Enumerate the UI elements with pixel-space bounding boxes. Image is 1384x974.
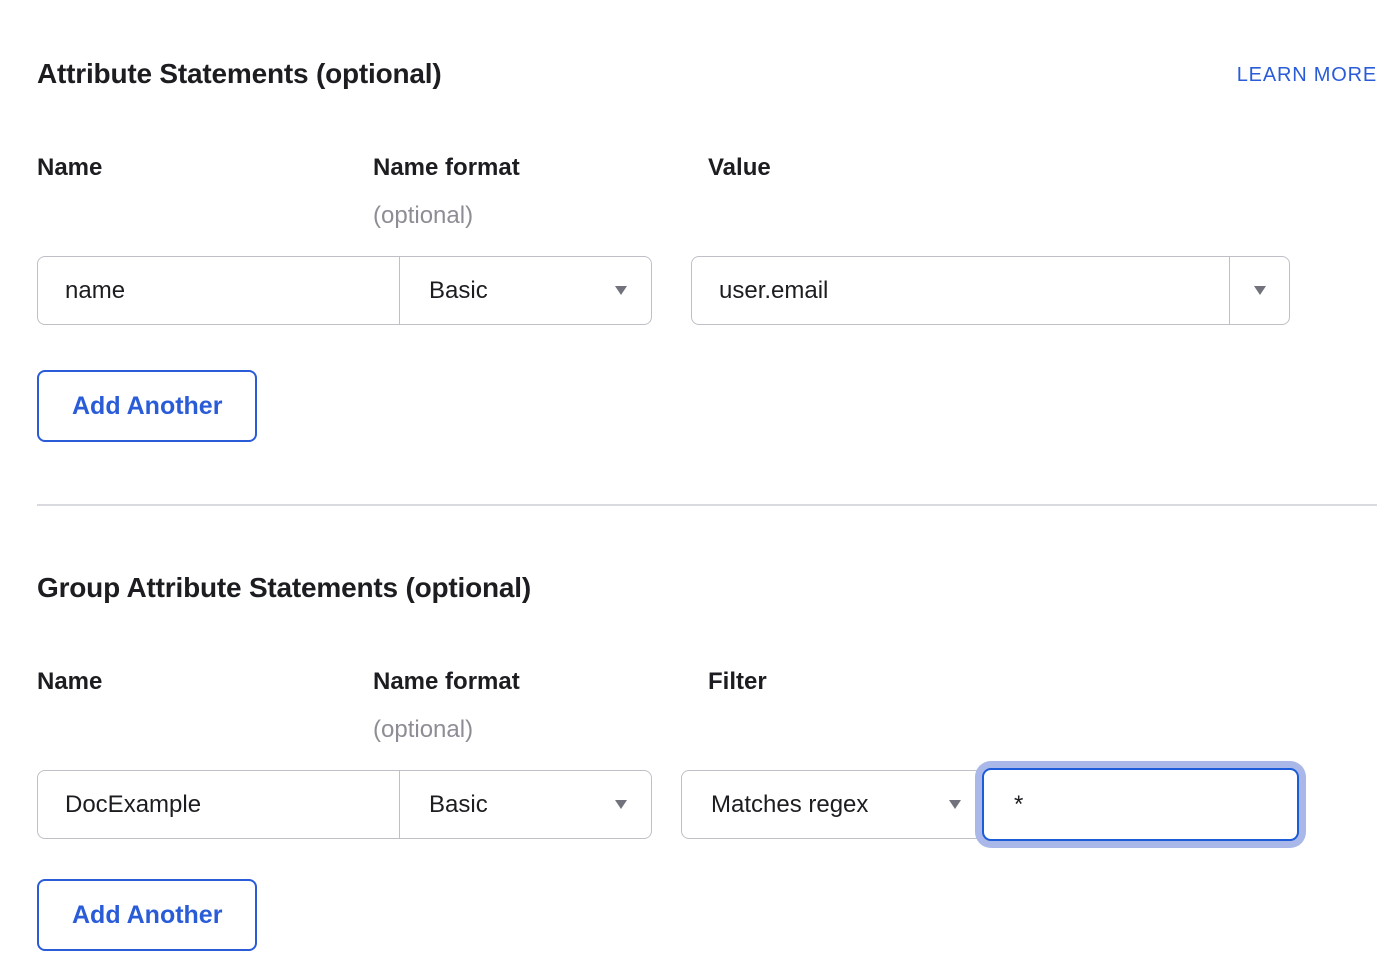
attribute-name-input[interactable] bbox=[38, 257, 400, 324]
group-column-subheaders: (optional) bbox=[37, 716, 1377, 744]
column-header-value: Value bbox=[708, 154, 1377, 182]
group-name-format-value: Basic bbox=[429, 791, 488, 819]
column-header-name: Name bbox=[37, 668, 373, 696]
column-header-name-format: Name format bbox=[373, 668, 708, 696]
group-filter-group: Matches regex bbox=[681, 770, 1297, 839]
chevron-down-icon bbox=[1254, 286, 1266, 295]
attribute-value-input[interactable] bbox=[692, 257, 1230, 324]
saml-attribute-settings-page: Attribute Statements (optional) LEARN MO… bbox=[0, 0, 1384, 974]
attribute-column-headers: Name Name format Value bbox=[37, 154, 1377, 182]
group-attribute-statements-header: Group Attribute Statements (optional) bbox=[37, 506, 1377, 606]
group-filter-value-input[interactable] bbox=[982, 768, 1299, 841]
group-name-format-select[interactable]: Basic bbox=[400, 771, 651, 838]
attribute-name-format-select[interactable]: Basic bbox=[400, 257, 651, 324]
column-header-name: Name bbox=[37, 154, 373, 182]
group-attribute-statement-row: Basic Matches regex bbox=[37, 770, 1377, 839]
learn-more-link[interactable]: LEARN MORE bbox=[1237, 64, 1377, 87]
name-format-optional-note: (optional) bbox=[373, 202, 708, 230]
chevron-down-icon bbox=[615, 800, 627, 809]
group-filter-type-value: Matches regex bbox=[711, 791, 868, 819]
attribute-statements-title: Attribute Statements (optional) bbox=[37, 56, 441, 92]
attribute-value-group bbox=[691, 256, 1290, 325]
group-column-headers: Name Name format Filter bbox=[37, 668, 1377, 696]
attribute-value-dropdown-button[interactable] bbox=[1230, 257, 1289, 324]
chevron-down-icon bbox=[615, 286, 627, 295]
column-header-filter: Filter bbox=[708, 668, 1377, 696]
group-filter-type-select[interactable]: Matches regex bbox=[682, 771, 985, 838]
column-header-name-format: Name format bbox=[373, 154, 708, 182]
attribute-statements-header: Attribute Statements (optional) LEARN MO… bbox=[37, 0, 1377, 92]
attribute-column-subheaders: (optional) bbox=[37, 202, 1377, 230]
group-name-input[interactable] bbox=[38, 771, 400, 838]
group-name-format-group: Basic bbox=[37, 770, 652, 839]
attribute-name-format-value: Basic bbox=[429, 277, 488, 305]
attribute-statements-section: Attribute Statements (optional) LEARN MO… bbox=[37, 0, 1377, 442]
add-another-group-attribute-button[interactable]: Add Another bbox=[37, 879, 257, 951]
add-another-attribute-button[interactable]: Add Another bbox=[37, 370, 257, 442]
group-attribute-statements-section: Group Attribute Statements (optional) Na… bbox=[37, 506, 1377, 951]
attribute-name-format-group: Basic bbox=[37, 256, 652, 325]
chevron-down-icon bbox=[949, 800, 961, 809]
name-format-optional-note: (optional) bbox=[373, 716, 708, 744]
group-attribute-statements-title: Group Attribute Statements (optional) bbox=[37, 570, 531, 606]
attribute-statement-row: Basic bbox=[37, 256, 1377, 325]
